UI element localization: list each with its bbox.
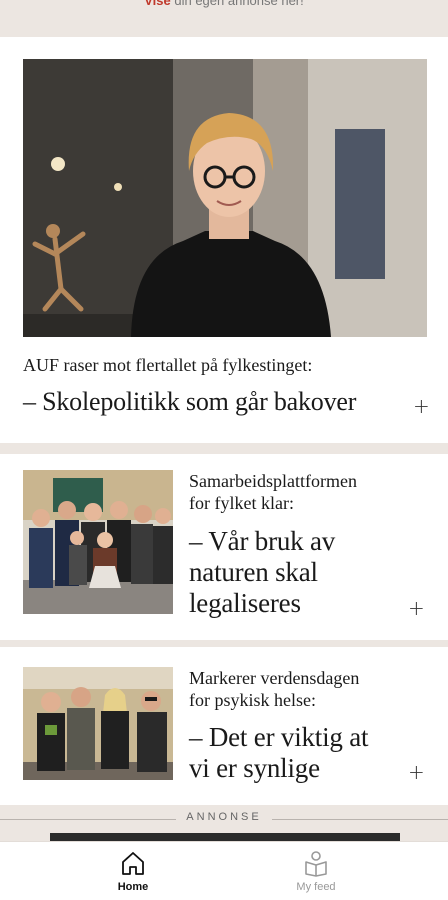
article-card[interactable]: Markerer verdensdagen for psykisk helse:…	[0, 647, 448, 805]
nav-home-label: Home	[117, 881, 149, 893]
follow-plus-icon[interactable]: +	[413, 394, 430, 418]
title-line: vi er synlige	[189, 753, 320, 783]
ad-section: ANNONSE	[0, 805, 448, 841]
kicker-line: for fylket klar:	[189, 493, 294, 513]
ad-label-text: ANNONSE	[176, 811, 272, 823]
title-line: naturen skal	[189, 557, 318, 587]
article-image	[23, 59, 427, 337]
title-line: – Det er viktig at	[189, 722, 369, 752]
top-banner[interactable]: Vise din egen annonse her!	[0, 0, 448, 37]
article-title[interactable]: – Skolepolitikk som går bakover	[23, 387, 356, 417]
my-feed-icon	[305, 851, 327, 877]
article-kicker: Markerer verdensdagen for psykisk helse:	[189, 667, 359, 711]
ad-label: ANNONSE	[0, 811, 448, 823]
banner-accent[interactable]: Vise	[144, 0, 171, 8]
article-thumbnail	[23, 470, 173, 614]
article-kicker: AUF raser mot flertallet på fylkestinget…	[23, 355, 313, 375]
article-kicker: Samarbeidsplattformen for fylket klar:	[189, 470, 357, 514]
follow-plus-icon[interactable]: +	[408, 760, 425, 784]
article-title[interactable]: – Det er viktig at vi er synlige	[189, 722, 419, 784]
article-thumbnail	[23, 667, 173, 780]
article-card-hero[interactable]: AUF raser mot flertallet på fylkestinget…	[0, 37, 448, 443]
home-icon	[122, 852, 144, 875]
kicker-line: for psykisk helse:	[189, 690, 316, 710]
kicker-line: Samarbeidsplattformen	[189, 471, 357, 491]
nav-home[interactable]: Home	[83, 842, 183, 900]
bottom-navigation: Home My feed	[0, 841, 448, 900]
nav-feed-label: My feed	[296, 881, 336, 893]
article-card[interactable]: Samarbeidsplattformen for fylket klar: –…	[0, 454, 448, 640]
title-line: – Vår bruk av	[189, 526, 336, 556]
title-line: legaliseres	[189, 588, 301, 618]
follow-plus-icon[interactable]: +	[408, 596, 425, 620]
kicker-line: Markerer verdensdagen	[189, 668, 360, 688]
banner-text: din egen annonse her!	[170, 0, 304, 8]
ad-banner[interactable]	[50, 833, 400, 841]
nav-my-feed[interactable]: My feed	[266, 842, 366, 900]
article-title[interactable]: – Vår bruk av naturen skal legaliseres	[189, 526, 419, 619]
